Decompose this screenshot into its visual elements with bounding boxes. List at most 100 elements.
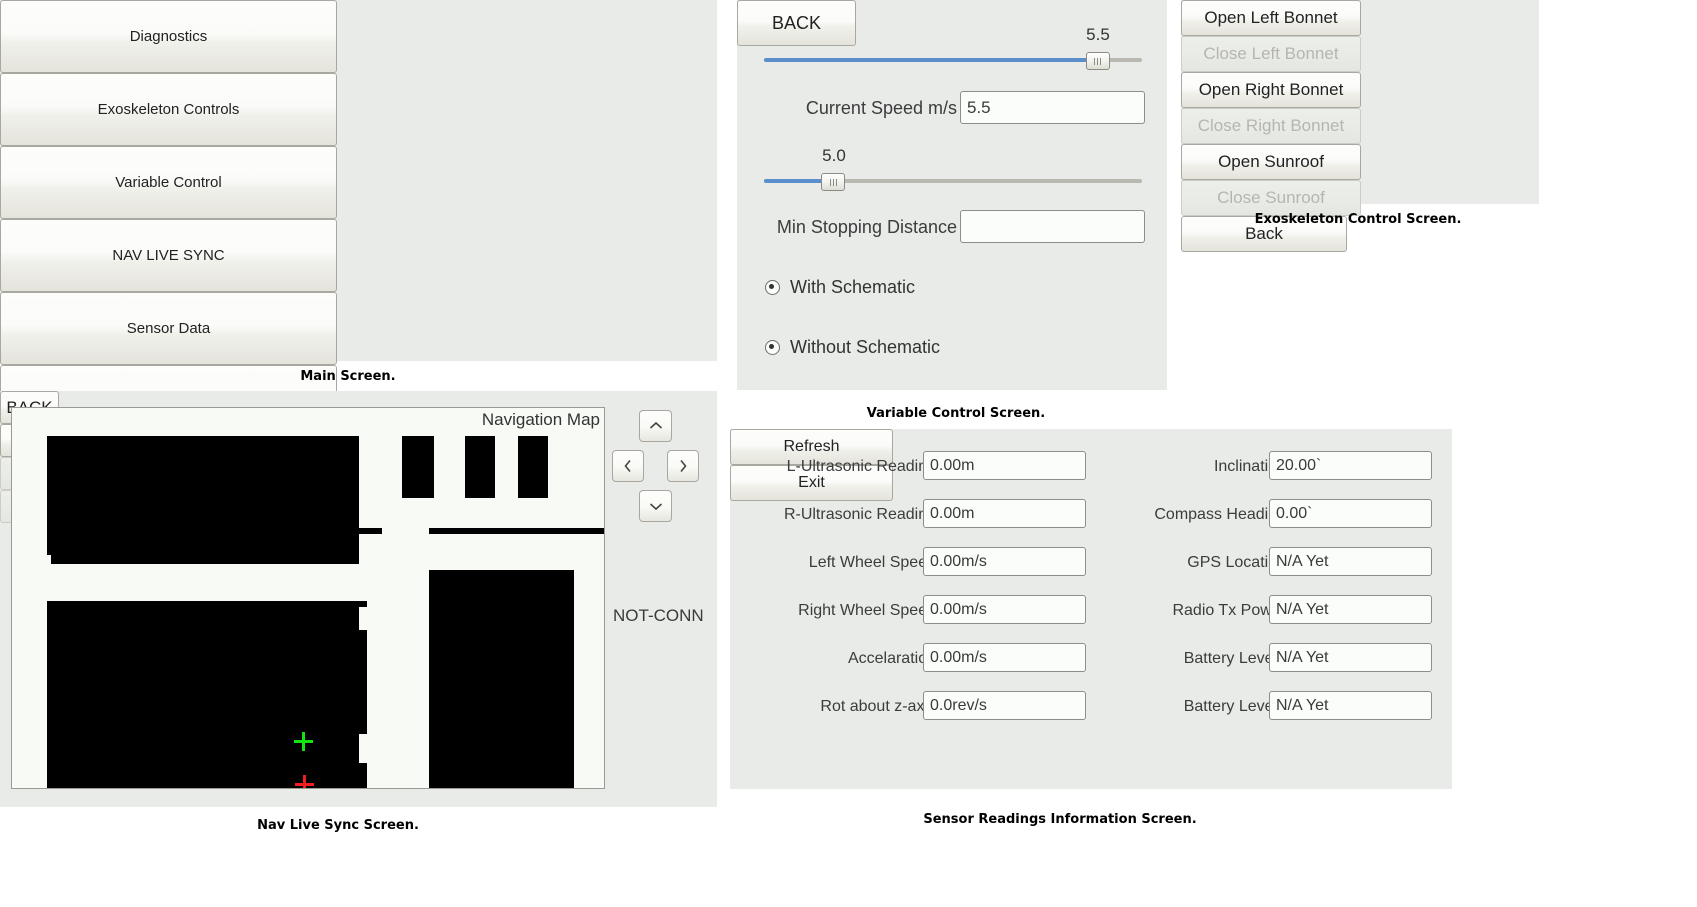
open-sunroof-label: Open Sunroof (1218, 152, 1324, 172)
chevron-left-icon (623, 459, 633, 473)
main-button-label: Sensor Data (127, 320, 210, 337)
nav-down-button[interactable] (639, 490, 672, 522)
nav-live-sync-panel: Navigation Map (0, 391, 717, 807)
sensor-value: 0.00m/s (930, 553, 987, 571)
sensor-value: 0.00m (930, 505, 974, 523)
variable-control-back-button[interactable]: BACK (737, 0, 856, 46)
map-wall (429, 570, 574, 789)
speed-slider[interactable] (764, 50, 1142, 70)
open-right-bonnet-label: Open Right Bonnet (1199, 80, 1344, 100)
map-wall (359, 528, 382, 534)
map-wall (209, 601, 367, 607)
exoskeleton-caption: Exoskeleton Control Screen. (1255, 212, 1462, 227)
sensor-field-rot-z-axis[interactable]: 0.0rev/s (923, 691, 1086, 720)
navigation-map[interactable]: Navigation Map (11, 407, 605, 789)
radio-dot-icon (765, 340, 780, 355)
map-wall (465, 436, 495, 498)
sensor-value: N/A Yet (1276, 601, 1329, 619)
radio-dot-icon (765, 280, 780, 295)
current-speed-field[interactable]: 5.5 (960, 91, 1145, 124)
speed-slider-fill (764, 58, 1097, 62)
open-left-bonnet-button[interactable]: Open Left Bonnet (1181, 0, 1361, 36)
map-wall (402, 436, 434, 498)
connection-status: NOT-CONN (613, 606, 717, 626)
back-label: BACK (772, 13, 821, 34)
sensor-label-inclination: Inclination (1100, 454, 1286, 480)
sensor-field-left-wheel-speed[interactable]: 0.00m/s (923, 547, 1086, 576)
robot-marker-icon (294, 732, 313, 751)
sensor-label-left-wheel-speed: Left Wheel Speed (750, 550, 936, 576)
sensor-value: 0.00m/s (930, 649, 987, 667)
main-button-label: Variable Control (115, 174, 221, 191)
sensor-label-rot-z-axis: Rot about z-axis (750, 694, 936, 720)
sensor-label-radio-tx-power: Radio Tx Power (1100, 598, 1286, 624)
radio-without-schematic-label: Without Schematic (790, 337, 940, 358)
navigation-map-title: Navigation Map (482, 410, 600, 430)
sensor-value: 0.0rev/s (930, 697, 987, 715)
sensor-label-compass-heading: Compass Heading (1100, 502, 1286, 528)
sensor-value: 0.00m (930, 457, 974, 475)
sensor-label-gps-location: GPS Location (1100, 550, 1286, 576)
map-wall (429, 528, 605, 534)
radio-with-schematic[interactable]: With Schematic (765, 277, 915, 298)
close-sunroof-button[interactable]: Close Sunroof (1181, 180, 1361, 216)
sensor-field-inclination[interactable]: 20.00` (1269, 451, 1432, 480)
variable-control-caption: Variable Control Screen. (867, 406, 1045, 421)
sensor-label-battery-level2: Battery Level2 (1100, 694, 1286, 720)
min-stopping-distance-field[interactable] (960, 210, 1145, 243)
speed-slider-value: 5.5 (1086, 25, 1110, 45)
sensor-value: N/A Yet (1276, 553, 1329, 571)
sensor-label-r-ultrasonic: R-Ultrasonic Reading (750, 502, 936, 528)
sensor-field-battery-level2[interactable]: N/A Yet (1269, 691, 1432, 720)
sensor-value: 0.00` (1276, 505, 1312, 523)
sensor-field-acceleration[interactable]: 0.00m/s (923, 643, 1086, 672)
main-button-diagnostics[interactable]: Diagnostics (0, 0, 337, 73)
sensor-label-l-ultrasonic: L-Ultrasonic Reading (750, 454, 936, 480)
chevron-up-icon (649, 421, 663, 431)
sensor-field-right-wheel-speed[interactable]: 0.00m/s (923, 595, 1086, 624)
distance-slider-knob[interactable] (821, 173, 845, 191)
variable-control-panel: 5.5 Current Speed m/s 5.5 5.0 Min Stoppi… (737, 0, 1167, 390)
open-left-bonnet-label: Open Left Bonnet (1204, 8, 1337, 28)
map-wall (51, 436, 359, 564)
map-wall (518, 436, 548, 498)
sensor-value: N/A Yet (1276, 697, 1329, 715)
main-button-sensor-data[interactable]: Sensor Data (0, 292, 337, 365)
main-button-exoskeleton-controls[interactable]: Exoskeleton Controls (0, 73, 337, 146)
open-sunroof-button[interactable]: Open Sunroof (1181, 144, 1361, 180)
close-sunroof-label: Close Sunroof (1217, 188, 1325, 208)
sensor-label-acceleration: Accelaration (750, 646, 936, 672)
sensor-field-battery-level1[interactable]: N/A Yet (1269, 643, 1432, 672)
nav-live-sync-caption: Nav Live Sync Screen. (257, 818, 419, 833)
sensor-field-compass-heading[interactable]: 0.00` (1269, 499, 1432, 528)
sensor-field-gps-location[interactable]: N/A Yet (1269, 547, 1432, 576)
sensor-readings-panel: L-Ultrasonic Reading 0.00m R-Ultrasonic … (730, 429, 1452, 789)
current-speed-value: 5.5 (967, 98, 991, 118)
target-marker-icon (295, 775, 314, 790)
nav-right-button[interactable] (667, 450, 699, 482)
radio-without-schematic[interactable]: Without Schematic (765, 337, 940, 358)
speed-slider-knob[interactable] (1086, 52, 1110, 70)
sensor-value: 0.00m/s (930, 601, 987, 619)
distance-slider[interactable] (764, 171, 1142, 191)
close-right-bonnet-label: Close Right Bonnet (1198, 116, 1344, 136)
min-stopping-distance-label: Min Stopping Distance (747, 214, 957, 240)
open-right-bonnet-button[interactable]: Open Right Bonnet (1181, 72, 1361, 108)
sensor-value: N/A Yet (1276, 649, 1329, 667)
sensor-readings-caption: Sensor Readings Information Screen. (923, 812, 1196, 827)
sensor-value: 20.00` (1276, 457, 1321, 475)
distance-slider-value: 5.0 (822, 146, 846, 166)
nav-left-button[interactable] (612, 450, 644, 482)
main-button-label: Diagnostics (130, 28, 208, 45)
sensor-field-l-ultrasonic[interactable]: 0.00m (923, 451, 1086, 480)
sensor-field-radio-tx-power[interactable]: N/A Yet (1269, 595, 1432, 624)
chevron-right-icon (678, 459, 688, 473)
sensor-label-battery-level1: Battery Level1 (1100, 646, 1286, 672)
main-button-nav-live-sync[interactable]: NAV LIVE SYNC (0, 219, 337, 292)
main-button-variable-control[interactable]: Variable Control (0, 146, 337, 219)
nav-up-button[interactable] (639, 410, 672, 442)
sensor-field-r-ultrasonic[interactable]: 0.00m (923, 499, 1086, 528)
close-right-bonnet-button[interactable]: Close Right Bonnet (1181, 108, 1361, 144)
close-left-bonnet-button[interactable]: Close Left Bonnet (1181, 36, 1361, 72)
main-button-label: NAV LIVE SYNC (112, 247, 224, 264)
